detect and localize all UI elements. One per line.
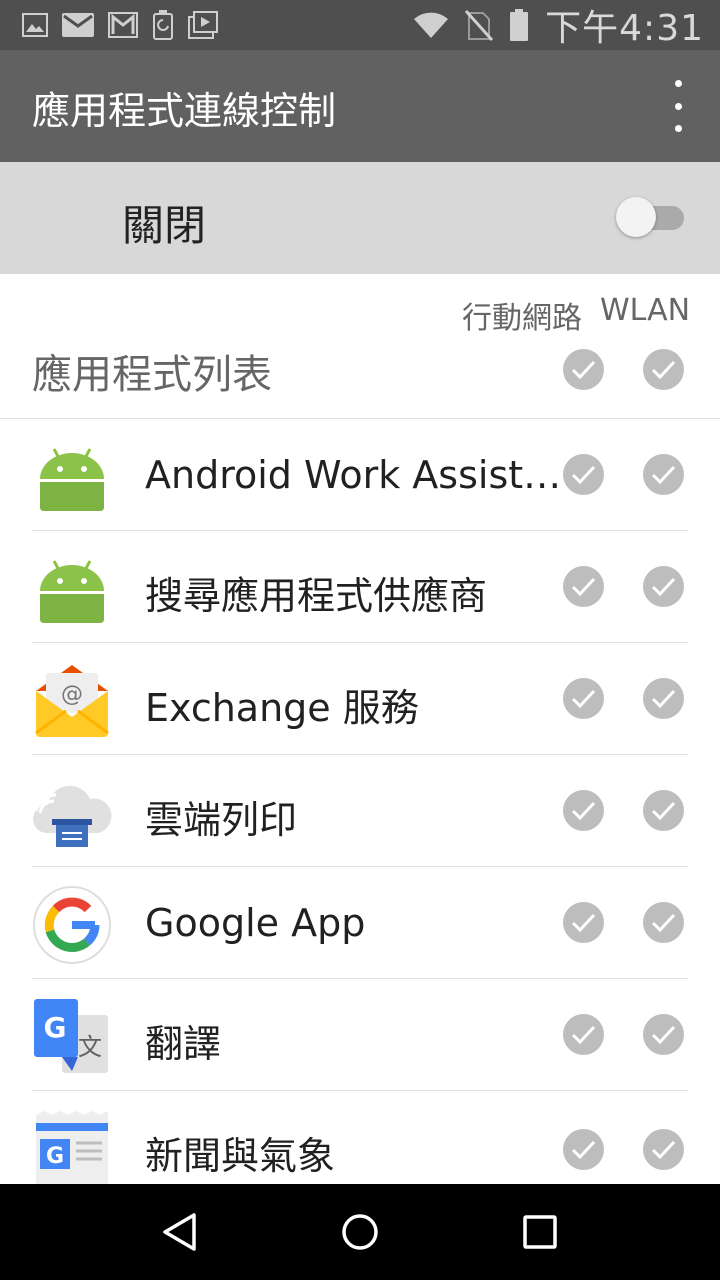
home-icon[interactable] <box>340 1212 380 1252</box>
mobile-data-checkbox[interactable] <box>563 678 604 719</box>
mobile-data-checkbox[interactable] <box>563 1129 604 1170</box>
overflow-menu-icon[interactable] <box>666 80 690 132</box>
app-name: 新聞與氣象 <box>145 1134 336 1178</box>
wlan-checkbox[interactable] <box>643 1129 684 1170</box>
mobile-data-checkbox[interactable] <box>563 1014 604 1055</box>
wlan-checkbox[interactable] <box>643 1014 684 1055</box>
clock: 下午4:31 <box>545 8 704 49</box>
master-switch-toggle[interactable] <box>616 197 686 237</box>
svg-text:G: G <box>46 1144 64 1169</box>
app-name: Exchange 服務 <box>145 686 419 730</box>
master-switch-bar[interactable]: 關閉 <box>0 162 720 274</box>
check-icon <box>571 577 596 597</box>
mobile-data-checkbox[interactable] <box>563 454 604 495</box>
toggle-thumb <box>616 197 656 237</box>
app-name: 翻譯 <box>145 1022 222 1066</box>
translate-icon: G 文 <box>34 999 108 1073</box>
image-icon <box>22 13 48 37</box>
app-name: Google App <box>145 901 366 945</box>
app-row[interactable]: @ Exchange 服務 <box>0 643 720 755</box>
check-icon <box>571 465 596 485</box>
check-icon <box>571 689 596 709</box>
select-all-mobile-checkbox[interactable] <box>563 349 604 390</box>
check-icon <box>571 801 596 821</box>
exchange-mail-icon: @ <box>35 665 109 737</box>
app-bar: 應用程式連線控制 <box>0 50 720 162</box>
mobile-data-checkbox[interactable] <box>563 566 604 607</box>
gmail-icon <box>108 12 138 38</box>
check-icon <box>651 577 676 597</box>
battery-saver-icon <box>153 10 173 40</box>
no-sim-icon <box>465 9 494 41</box>
app-row[interactable]: 搜尋應用程式供應商 <box>0 531 720 643</box>
android-icon <box>40 560 104 623</box>
app-row[interactable]: G 文 翻譯 <box>0 979 720 1091</box>
wlan-checkbox[interactable] <box>643 454 684 495</box>
check-icon <box>651 1025 676 1045</box>
app-row[interactable]: Google App <box>0 867 720 979</box>
app-name: Android Work Assist… <box>145 453 562 497</box>
mail-icon <box>62 13 94 37</box>
navigation-bar <box>0 1184 720 1280</box>
notification-icons <box>22 9 218 41</box>
wlan-checkbox[interactable] <box>643 790 684 831</box>
android-icon <box>40 448 104 511</box>
check-icon <box>571 360 596 380</box>
check-icon <box>651 801 676 821</box>
column-header-mobile: 行動網路 <box>462 301 582 336</box>
mobile-data-checkbox[interactable] <box>563 902 604 943</box>
check-icon <box>651 913 676 933</box>
app-name: 搜尋應用程式供應商 <box>145 574 488 618</box>
media-icon <box>188 11 218 39</box>
app-row[interactable]: 雲端列印 <box>0 755 720 867</box>
app-row[interactable]: Android Work Assist… <box>0 419 720 531</box>
wifi-icon <box>414 12 449 38</box>
svg-text:文: 文 <box>78 1033 102 1061</box>
list-header-title: 應用程式列表 <box>32 352 272 398</box>
check-icon <box>571 1140 596 1160</box>
master-switch-label: 關閉 <box>122 201 207 250</box>
svg-text:G: G <box>44 1011 67 1044</box>
select-all-wlan-checkbox[interactable] <box>643 349 684 390</box>
check-icon <box>571 1025 596 1045</box>
mobile-data-checkbox[interactable] <box>563 790 604 831</box>
cloud-print-icon <box>32 785 112 847</box>
page-title: 應用程式連線控制 <box>32 89 337 133</box>
recents-icon[interactable] <box>522 1212 558 1252</box>
news-weather-icon: G <box>36 1111 108 1189</box>
check-icon <box>651 689 676 709</box>
column-header-wlan: WLAN <box>600 293 691 328</box>
wlan-checkbox[interactable] <box>643 678 684 719</box>
google-icon <box>33 886 111 964</box>
check-icon <box>651 465 676 485</box>
check-icon <box>651 360 676 380</box>
check-icon <box>651 1140 676 1160</box>
battery-icon <box>510 9 529 41</box>
svg-text:@: @ <box>61 682 83 707</box>
status-bar: 下午4:31 <box>0 0 720 50</box>
wlan-checkbox[interactable] <box>643 566 684 607</box>
system-icons: 下午4:31 <box>413 6 704 49</box>
app-name: 雲端列印 <box>145 798 298 842</box>
check-icon <box>571 913 596 933</box>
back-icon[interactable] <box>160 1212 200 1252</box>
wlan-checkbox[interactable] <box>643 902 684 943</box>
